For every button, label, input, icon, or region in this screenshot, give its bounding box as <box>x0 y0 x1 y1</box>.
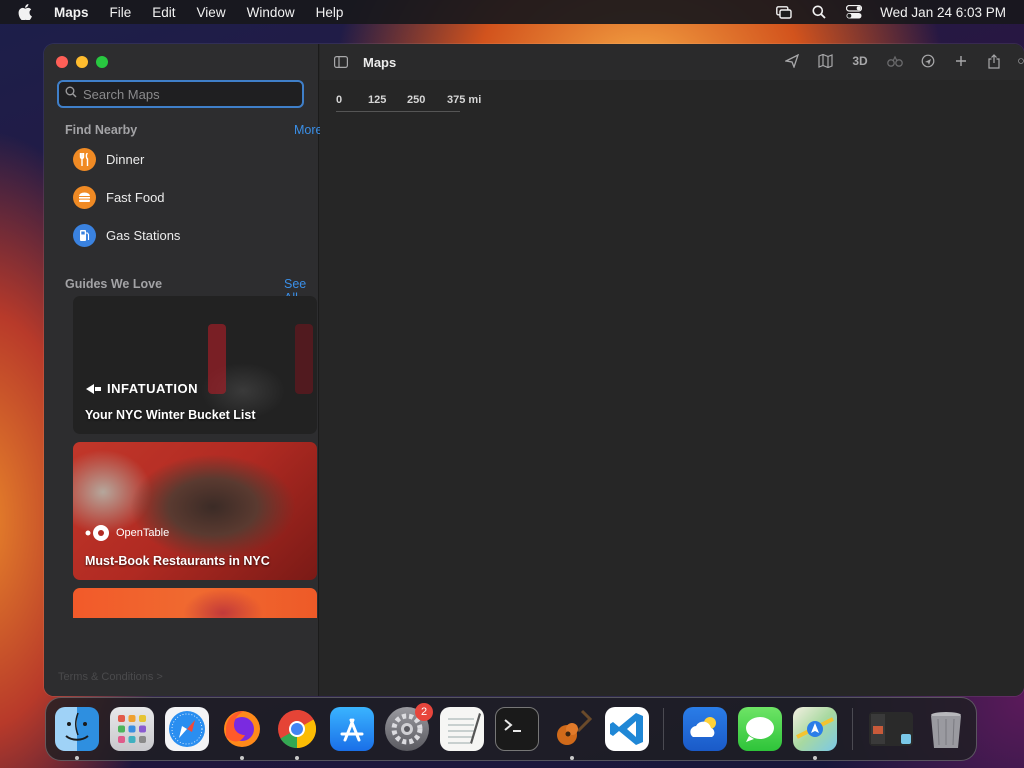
wine-glass-image <box>295 324 313 394</box>
guides-heading: Guides We Love <box>65 277 163 291</box>
more-options-icon[interactable] <box>1018 52 1024 70</box>
sidebar-toggle-icon[interactable] <box>334 55 349 69</box>
menu-window[interactable]: Window <box>247 5 295 20</box>
sidebar: Find Nearby More Dinner Fast Food Gas St… <box>44 44 330 696</box>
wine-glass-image <box>208 324 226 394</box>
guide-title: Your NYC Winter Bucket List <box>85 408 256 422</box>
terminal-icon[interactable] <box>495 707 539 751</box>
control-center-icon[interactable] <box>845 4 863 20</box>
nearby-item-dinner[interactable]: Dinner <box>73 147 144 171</box>
guide-brand: OpenTable <box>116 527 170 539</box>
app-store-icon[interactable] <box>330 707 374 751</box>
opentable-logo: OpenTable <box>85 524 169 542</box>
firefox-icon[interactable] <box>220 707 264 751</box>
menu-file[interactable]: File <box>110 5 132 20</box>
scale-tick-label: 125 <box>368 94 387 106</box>
map-title: Maps <box>363 55 397 70</box>
menu-view[interactable]: View <box>197 5 226 20</box>
menu-app-name[interactable]: Maps <box>54 5 89 20</box>
guide-card-third[interactable] <box>73 588 317 618</box>
textedit-icon[interactable] <box>440 707 484 751</box>
nearby-item-label: Fast Food <box>106 189 165 205</box>
minimize-window-button[interactable] <box>76 56 88 68</box>
safari-icon[interactable] <box>165 707 209 751</box>
vscode-icon[interactable] <box>605 707 649 751</box>
tracking-location-icon[interactable] <box>919 52 937 70</box>
dock: 2 <box>45 697 977 761</box>
finder-icon[interactable] <box>55 707 99 751</box>
map-toolbar: Maps 3D <box>320 44 1024 80</box>
weather-icon[interactable] <box>683 707 727 751</box>
nearby-item-label: Gas Stations <box>106 227 181 243</box>
find-nearby-more-link[interactable]: More <box>294 123 322 137</box>
fork-knife-icon <box>73 147 96 171</box>
infatuation-logo: INFATUATION <box>85 381 198 396</box>
guide-title: Must-Book Restaurants in NYC <box>85 554 270 568</box>
guitar-icon[interactable] <box>550 707 594 751</box>
three-d-button[interactable]: 3D <box>849 52 871 70</box>
nearby-item-gas-stations[interactable]: Gas Stations <box>73 223 180 247</box>
messages-icon[interactable] <box>738 707 782 751</box>
map-mode-icon[interactable] <box>816 52 834 70</box>
terms-link[interactable]: Terms & Conditions > <box>58 671 163 683</box>
map-view[interactable]: Maps 3D 0 125 250 375 mi <box>320 44 1024 696</box>
scale-tick-label: 250 <box>407 94 426 106</box>
trash-icon[interactable] <box>924 707 968 751</box>
find-nearby-heading: Find Nearby <box>65 123 138 137</box>
nearby-item-label: Dinner <box>106 151 145 167</box>
add-icon[interactable] <box>952 52 970 70</box>
maps-icon[interactable] <box>793 707 837 751</box>
nearby-item-fast-food[interactable]: Fast Food <box>73 185 165 209</box>
running-indicator <box>240 756 244 760</box>
dock-separator <box>663 708 664 750</box>
search-field[interactable] <box>57 80 304 108</box>
search-input[interactable] <box>83 86 283 102</box>
scale-tick-label: 0 <box>336 94 343 106</box>
scale-bar <box>336 111 460 112</box>
spotlight-search-icon[interactable] <box>810 4 828 20</box>
window-controls <box>56 56 116 68</box>
menu-clock[interactable]: Wed Jan 24 6:03 PM <box>880 5 1006 20</box>
share-icon[interactable] <box>985 52 1003 70</box>
menu-help[interactable]: Help <box>316 5 344 20</box>
launchpad-icon[interactable] <box>110 707 154 751</box>
running-indicator <box>75 756 79 760</box>
running-indicator <box>813 756 817 760</box>
menu-bar: Maps File Edit View Window Help Wed Jan … <box>0 0 1024 24</box>
zoom-window-button[interactable] <box>96 56 108 68</box>
settings-gear-icon[interactable]: 2 <box>385 703 433 751</box>
apple-menu-icon[interactable] <box>18 0 38 24</box>
guide-brand: INFATUATION <box>107 381 198 396</box>
flyover-icon[interactable] <box>783 52 801 70</box>
running-indicator <box>570 756 574 760</box>
guide-card-must-book[interactable]: OpenTable Must-Book Restaurants in NYC <box>73 442 317 580</box>
burger-icon <box>73 185 96 209</box>
notification-badge: 2 <box>415 703 433 721</box>
fuel-pump-icon <box>73 223 96 247</box>
running-indicator <box>295 756 299 760</box>
scale-tick-label: 375 mi <box>447 94 482 106</box>
maps-window: Find Nearby More Dinner Fast Food Gas St… <box>44 44 1024 696</box>
screen-mirroring-icon[interactable] <box>775 4 793 20</box>
dock-separator <box>852 708 853 750</box>
search-icon <box>65 85 77 103</box>
menu-edit[interactable]: Edit <box>152 5 175 20</box>
chrome-icon[interactable] <box>275 707 319 751</box>
window-thumbnail-icon[interactable] <box>869 712 913 746</box>
look-around-icon[interactable] <box>886 52 904 70</box>
guide-card-nyc-winter[interactable]: INFATUATION Your NYC Winter Bucket List <box>73 296 317 434</box>
close-window-button[interactable] <box>56 56 68 68</box>
